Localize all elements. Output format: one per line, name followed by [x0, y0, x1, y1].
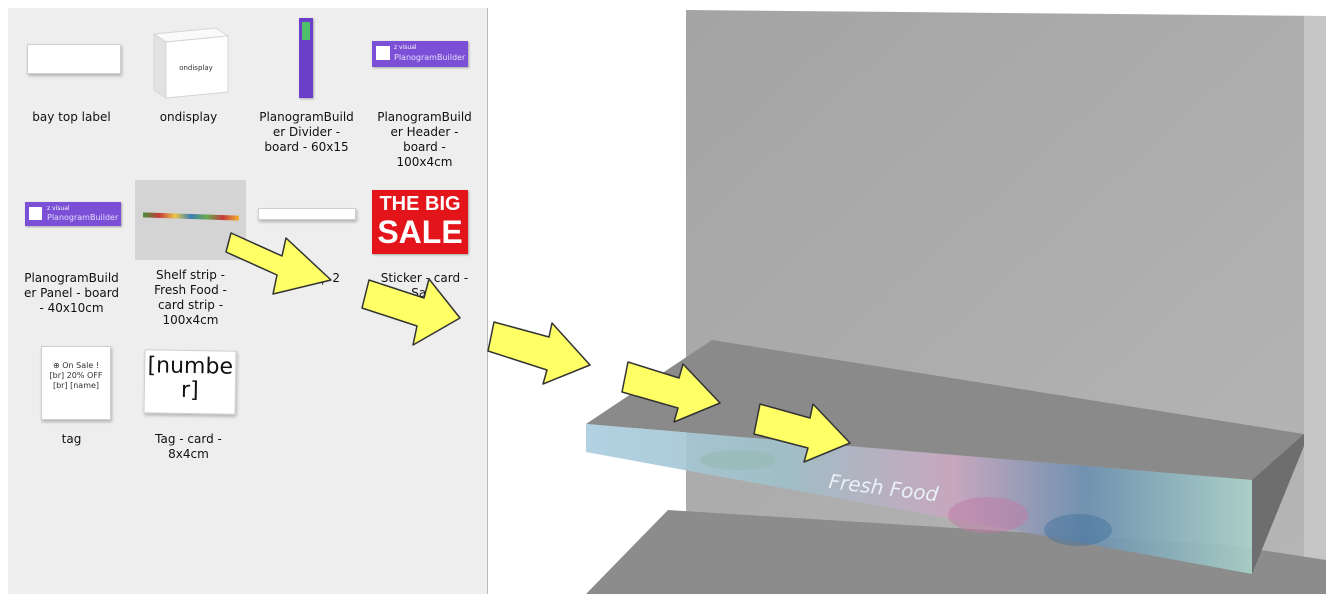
strip-thumbnail [250, 180, 363, 268]
library-item-ondisplay[interactable]: ondisplay ondisplay [132, 18, 245, 125]
shelf-strip-thumbnail [135, 180, 246, 260]
library-item-tag[interactable]: ⊕ On Sale ! [br] 20% OFF [br] [name] tag [15, 338, 128, 447]
back-panel-edge [1304, 16, 1326, 594]
panel-thumbnail: z visual PlanogramBuilder [15, 180, 128, 268]
item-label: Tag - card - 8x4cm [155, 432, 222, 461]
sticker-text-bottom: SALE [377, 214, 463, 250]
tag-thumbnail: ⊕ On Sale ! [br] 20% OFF [br] [name] [15, 338, 128, 426]
item-label: tag [61, 432, 82, 446]
item-label: bay top label [32, 110, 111, 124]
library-item-bay-top-label[interactable]: bay top label [15, 18, 128, 125]
item-label: ondisplay [159, 110, 218, 124]
library-item-sticker-big-sale[interactable]: THE BIG SALE Sticker - card - Sal - [368, 180, 481, 301]
library-item-shelf-strip-fresh-food[interactable]: Shelf strip - Fresh Food - card strip - … [135, 180, 246, 328]
library-item-planogram-header[interactable]: z visual PlanogramBuilder PlanogramBuild… [368, 18, 481, 170]
item-label: PlanogramBuild er Panel - board - 40x10c… [23, 271, 120, 315]
panel-thumb-text: PlanogramBuilder [47, 213, 119, 222]
bay-top-label-thumbnail [15, 18, 128, 106]
brand-text: z visual [394, 44, 417, 51]
library-item-strip-2[interactable]: p 2 [250, 180, 363, 286]
item-label: Shelf strip - Fresh Food - card strip - … [154, 268, 227, 327]
tag-card-thumb-text: [numbe r] [143, 349, 237, 415]
item-label: PlanogramBuild er Header - board - 100x4… [377, 110, 472, 169]
item-label: Sticker - card - Sal - [380, 271, 469, 300]
item-label: p 2 [320, 271, 341, 285]
sticker-text-top: THE BIG [379, 193, 461, 215]
divider-thumbnail [250, 18, 363, 98]
header-thumbnail: z visual PlanogramBuilder [368, 18, 481, 106]
tag-card-thumbnail: [numbe r] [132, 338, 245, 426]
ondisplay-thumbnail: ondisplay [132, 18, 245, 106]
sticker-thumbnail: THE BIG SALE [368, 180, 481, 268]
scene-render: Fresh Food [586, 10, 1326, 594]
library-item-tag-card[interactable]: [numbe r] Tag - card - 8x4cm [132, 338, 245, 462]
component-library-panel: bay top label ondisplay ondisplay Planog… [8, 8, 488, 594]
library-item-planogram-divider[interactable]: PlanogramBuild er Divider - board - 60x1… [250, 18, 363, 155]
header-thumb-text: PlanogramBuilder [394, 53, 466, 62]
item-label: PlanogramBuild er Divider - board - 60x1… [259, 110, 354, 154]
library-item-planogram-panel[interactable]: z visual PlanogramBuilder PlanogramBuild… [15, 180, 128, 316]
brand-text: z visual [47, 205, 70, 212]
ondisplay-thumb-text: ondisplay [179, 64, 213, 72]
planogram-3d-viewport[interactable]: Fresh Food [488, 0, 1326, 594]
tag-thumb-text: ⊕ On Sale ! [br] 20% OFF [br] [name] [41, 346, 111, 420]
